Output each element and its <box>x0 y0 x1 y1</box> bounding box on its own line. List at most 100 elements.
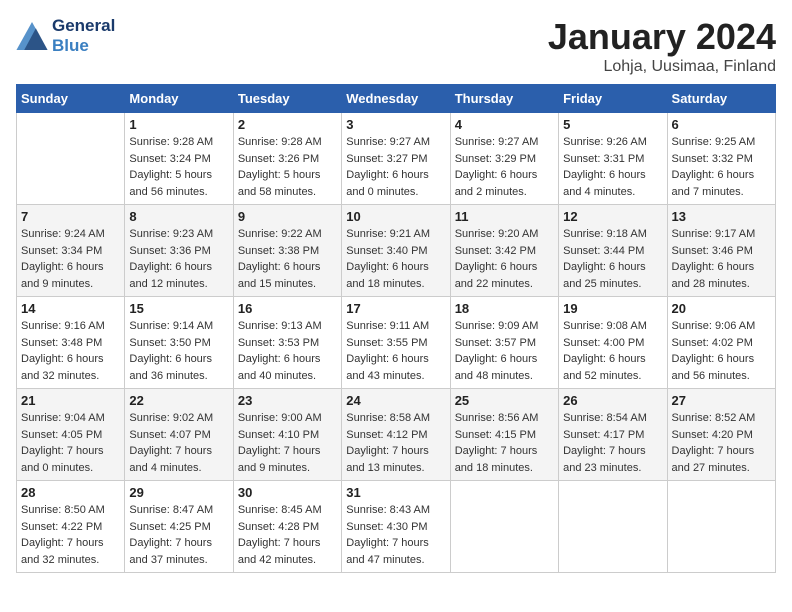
day-number: 23 <box>238 393 337 408</box>
calendar-cell: 21 Sunrise: 9:04 AM Sunset: 4:05 PM Dayli… <box>17 389 125 481</box>
week-row-3: 14 Sunrise: 9:16 AM Sunset: 3:48 PM Dayli… <box>17 297 776 389</box>
calendar-cell <box>559 481 667 573</box>
day-detail: Sunrise: 9:09 AM Sunset: 3:57 PM Dayligh… <box>455 318 554 384</box>
calendar-cell: 15 Sunrise: 9:14 AM Sunset: 3:50 PM Dayli… <box>125 297 233 389</box>
calendar-cell: 3 Sunrise: 9:27 AM Sunset: 3:27 PM Daylig… <box>342 113 450 205</box>
week-row-2: 7Sunrise: 9:24 AM Sunset: 3:34 PM Daylig… <box>17 205 776 297</box>
day-detail: Sunrise: 8:56 AM Sunset: 4:15 PM Dayligh… <box>455 410 554 476</box>
day-number: 3 <box>346 117 445 132</box>
day-detail: Sunrise: 9:20 AM Sunset: 3:42 PM Dayligh… <box>455 226 554 292</box>
logo-icon <box>16 22 48 50</box>
day-detail: Sunrise: 9:11 AM Sunset: 3:55 PM Dayligh… <box>346 318 445 384</box>
day-number: 6 <box>672 117 771 132</box>
day-detail: Sunrise: 8:52 AM Sunset: 4:20 PM Dayligh… <box>672 410 771 476</box>
day-number: 16 <box>238 301 337 316</box>
day-detail: Sunrise: 9:04 AM Sunset: 4:05 PM Dayligh… <box>21 410 120 476</box>
day-number: 1 <box>129 117 228 132</box>
day-number: 14 <box>21 301 120 316</box>
weekday-header-thursday: Thursday <box>450 85 558 113</box>
day-detail: Sunrise: 9:27 AM Sunset: 3:29 PM Dayligh… <box>455 134 554 200</box>
day-number: 24 <box>346 393 445 408</box>
calendar-cell: 14 Sunrise: 9:16 AM Sunset: 3:48 PM Dayli… <box>17 297 125 389</box>
calendar-cell: 7Sunrise: 9:24 AM Sunset: 3:34 PM Daylig… <box>17 205 125 297</box>
logo-line1: General <box>52 16 115 36</box>
day-number: 31 <box>346 485 445 500</box>
week-row-4: 21 Sunrise: 9:04 AM Sunset: 4:05 PM Dayli… <box>17 389 776 481</box>
calendar-cell: 29 Sunrise: 8:47 AM Sunset: 4:25 PM Dayli… <box>125 481 233 573</box>
day-detail: Sunrise: 9:22 AM Sunset: 3:38 PM Dayligh… <box>238 226 337 292</box>
day-detail: Sunrise: 8:43 AM Sunset: 4:30 PM Dayligh… <box>346 502 445 568</box>
day-number: 25 <box>455 393 554 408</box>
day-detail: Sunrise: 9:27 AM Sunset: 3:27 PM Dayligh… <box>346 134 445 200</box>
calendar-cell: 13Sunrise: 9:17 AM Sunset: 3:46 PM Dayli… <box>667 205 775 297</box>
calendar-cell <box>450 481 558 573</box>
day-number: 30 <box>238 485 337 500</box>
calendar-cell: 18 Sunrise: 9:09 AM Sunset: 3:57 PM Dayli… <box>450 297 558 389</box>
calendar-table: SundayMondayTuesdayWednesdayThursdayFrid… <box>16 84 776 573</box>
calendar-cell: 10 Sunrise: 9:21 AM Sunset: 3:40 PM Dayli… <box>342 205 450 297</box>
day-detail: Sunrise: 9:16 AM Sunset: 3:48 PM Dayligh… <box>21 318 120 384</box>
calendar-cell: 17 Sunrise: 9:11 AM Sunset: 3:55 PM Dayli… <box>342 297 450 389</box>
day-number: 11 <box>455 209 554 224</box>
weekday-header-friday: Friday <box>559 85 667 113</box>
calendar-cell: 16 Sunrise: 9:13 AM Sunset: 3:53 PM Dayli… <box>233 297 341 389</box>
day-number: 19 <box>563 301 662 316</box>
calendar-cell: 27 Sunrise: 8:52 AM Sunset: 4:20 PM Dayli… <box>667 389 775 481</box>
calendar-cell: 8 Sunrise: 9:23 AM Sunset: 3:36 PM Daylig… <box>125 205 233 297</box>
day-number: 4 <box>455 117 554 132</box>
calendar-cell: 25 Sunrise: 8:56 AM Sunset: 4:15 PM Dayli… <box>450 389 558 481</box>
day-detail: Sunrise: 9:23 AM Sunset: 3:36 PM Dayligh… <box>129 226 228 292</box>
day-detail: Sunrise: 9:08 AM Sunset: 4:00 PM Dayligh… <box>563 318 662 384</box>
day-number: 15 <box>129 301 228 316</box>
calendar-cell: 4 Sunrise: 9:27 AM Sunset: 3:29 PM Daylig… <box>450 113 558 205</box>
calendar-cell: 31 Sunrise: 8:43 AM Sunset: 4:30 PM Dayli… <box>342 481 450 573</box>
weekday-header-wednesday: Wednesday <box>342 85 450 113</box>
day-number: 12 <box>563 209 662 224</box>
day-detail: Sunrise: 9:26 AM Sunset: 3:31 PM Dayligh… <box>563 134 662 200</box>
day-number: 18 <box>455 301 554 316</box>
day-number: 17 <box>346 301 445 316</box>
day-number: 27 <box>672 393 771 408</box>
day-number: 28 <box>21 485 120 500</box>
day-detail: Sunrise: 8:50 AM Sunset: 4:22 PM Dayligh… <box>21 502 120 568</box>
day-number: 20 <box>672 301 771 316</box>
day-detail: Sunrise: 9:13 AM Sunset: 3:53 PM Dayligh… <box>238 318 337 384</box>
weekday-header-row: SundayMondayTuesdayWednesdayThursdayFrid… <box>17 85 776 113</box>
weekday-header-monday: Monday <box>125 85 233 113</box>
calendar-cell: 11 Sunrise: 9:20 AM Sunset: 3:42 PM Dayli… <box>450 205 558 297</box>
day-number: 22 <box>129 393 228 408</box>
day-number: 5 <box>563 117 662 132</box>
day-detail: Sunrise: 8:54 AM Sunset: 4:17 PM Dayligh… <box>563 410 662 476</box>
calendar-cell: 22Sunrise: 9:02 AM Sunset: 4:07 PM Dayli… <box>125 389 233 481</box>
calendar-cell: 1 Sunrise: 9:28 AM Sunset: 3:24 PM Daylig… <box>125 113 233 205</box>
day-number: 9 <box>238 209 337 224</box>
day-number: 29 <box>129 485 228 500</box>
calendar-cell: 2Sunrise: 9:28 AM Sunset: 3:26 PM Daylig… <box>233 113 341 205</box>
day-detail: Sunrise: 9:28 AM Sunset: 3:24 PM Dayligh… <box>129 134 228 200</box>
day-number: 7 <box>21 209 120 224</box>
day-detail: Sunrise: 9:14 AM Sunset: 3:50 PM Dayligh… <box>129 318 228 384</box>
calendar-cell: 6Sunrise: 9:25 AM Sunset: 3:32 PM Daylig… <box>667 113 775 205</box>
day-detail: Sunrise: 9:28 AM Sunset: 3:26 PM Dayligh… <box>238 134 337 200</box>
day-detail: Sunrise: 8:47 AM Sunset: 4:25 PM Dayligh… <box>129 502 228 568</box>
title-area: January 2024 Lohja, Uusimaa, Finland <box>548 16 776 76</box>
calendar-cell: 26 Sunrise: 8:54 AM Sunset: 4:17 PM Dayli… <box>559 389 667 481</box>
day-number: 21 <box>21 393 120 408</box>
day-number: 8 <box>129 209 228 224</box>
logo-line2: Blue <box>52 36 115 56</box>
calendar-cell <box>17 113 125 205</box>
logo: General Blue <box>16 16 115 55</box>
week-row-5: 28 Sunrise: 8:50 AM Sunset: 4:22 PM Dayli… <box>17 481 776 573</box>
day-detail: Sunrise: 9:00 AM Sunset: 4:10 PM Dayligh… <box>238 410 337 476</box>
calendar-cell: 28 Sunrise: 8:50 AM Sunset: 4:22 PM Dayli… <box>17 481 125 573</box>
day-number: 10 <box>346 209 445 224</box>
weekday-header-tuesday: Tuesday <box>233 85 341 113</box>
calendar-cell: 5 Sunrise: 9:26 AM Sunset: 3:31 PM Daylig… <box>559 113 667 205</box>
header: General Blue January 2024 Lohja, Uusimaa… <box>16 16 776 76</box>
day-detail: Sunrise: 9:21 AM Sunset: 3:40 PM Dayligh… <box>346 226 445 292</box>
day-detail: Sunrise: 9:06 AM Sunset: 4:02 PM Dayligh… <box>672 318 771 384</box>
calendar-cell: 23 Sunrise: 9:00 AM Sunset: 4:10 PM Dayli… <box>233 389 341 481</box>
calendar-cell <box>667 481 775 573</box>
day-number: 26 <box>563 393 662 408</box>
weekday-header-sunday: Sunday <box>17 85 125 113</box>
